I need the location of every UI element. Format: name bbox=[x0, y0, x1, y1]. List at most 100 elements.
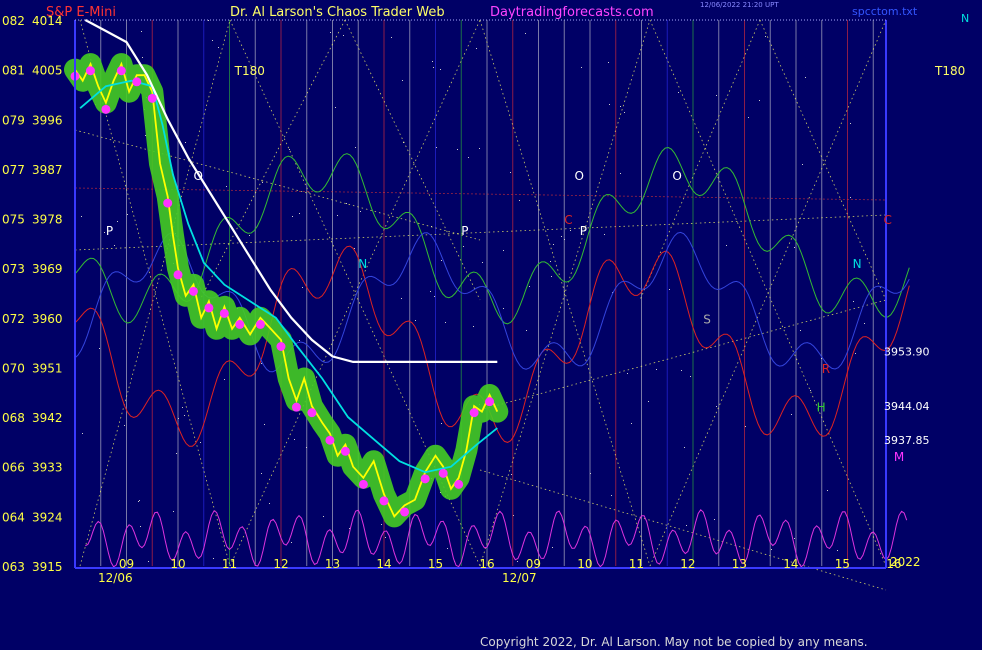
star-dot bbox=[213, 558, 214, 559]
copyright-notice: Copyright 2022, Dr. Al Larson. May not b… bbox=[480, 635, 868, 649]
star-dot bbox=[570, 230, 571, 231]
star-dot bbox=[864, 323, 865, 324]
star-dot bbox=[433, 67, 434, 68]
star-dot bbox=[468, 157, 469, 158]
y-tick-code: 063 bbox=[2, 560, 25, 574]
price-dot bbox=[454, 479, 464, 489]
annotation-label: O bbox=[575, 169, 584, 183]
annotation-label: O bbox=[672, 169, 681, 183]
day-label: 12/06 bbox=[98, 571, 133, 585]
y-tick-code: 072 bbox=[2, 312, 25, 326]
annotation-label: C bbox=[564, 213, 572, 227]
price-dot bbox=[219, 308, 229, 318]
y-tick-code: 068 bbox=[2, 411, 25, 425]
guide-line bbox=[649, 19, 887, 567]
guide-line bbox=[479, 299, 887, 411]
star-dot bbox=[805, 77, 806, 78]
star-dot bbox=[138, 501, 139, 502]
y-tick-code: 066 bbox=[2, 461, 25, 475]
y-tick-code: 064 bbox=[2, 510, 25, 524]
star-dot bbox=[445, 322, 446, 323]
star-dot bbox=[620, 106, 621, 107]
star-dot bbox=[511, 474, 512, 475]
price-dot bbox=[163, 198, 173, 208]
star-dot bbox=[269, 503, 270, 504]
forecast-tick-label: 09 bbox=[526, 557, 541, 571]
price-dot bbox=[420, 474, 430, 484]
annotation-label: M bbox=[894, 450, 904, 464]
y-tick-code: 079 bbox=[2, 113, 25, 127]
star-dot bbox=[853, 301, 854, 302]
star-dot bbox=[850, 197, 851, 198]
star-dot bbox=[855, 353, 856, 354]
y-tick-label: 4014 bbox=[32, 14, 63, 28]
star-dot bbox=[291, 542, 292, 543]
forecast-day-label: 12/07 bbox=[502, 571, 537, 585]
star-dot bbox=[391, 37, 392, 38]
star-dot bbox=[182, 407, 183, 408]
star-dot bbox=[148, 561, 149, 562]
star-dot bbox=[611, 495, 612, 496]
star-dot bbox=[684, 447, 685, 448]
y-tick-label: 3942 bbox=[32, 411, 63, 425]
star-dot bbox=[335, 107, 336, 108]
forecast-tick-label: 13 bbox=[732, 557, 747, 571]
star-dot bbox=[669, 289, 670, 290]
price-dot bbox=[438, 468, 448, 478]
star-dot bbox=[218, 47, 219, 48]
star-dot bbox=[609, 104, 610, 105]
forecast-tick-label: 14 bbox=[783, 557, 798, 571]
star-dot bbox=[553, 244, 554, 245]
forecast-tick-label: 12 bbox=[680, 557, 695, 571]
star-dot bbox=[631, 423, 632, 424]
star-dot bbox=[299, 213, 300, 214]
star-dot bbox=[552, 547, 553, 548]
star-dot bbox=[434, 296, 435, 297]
highlight-layer bbox=[64, 53, 509, 528]
star-dot bbox=[330, 32, 331, 33]
star-dot bbox=[184, 415, 185, 416]
star-dot bbox=[791, 414, 792, 415]
price-dot bbox=[276, 341, 286, 351]
y-tick-label: 3969 bbox=[32, 262, 63, 276]
star-dot bbox=[529, 286, 530, 287]
star-dot bbox=[430, 291, 431, 292]
star-dot bbox=[800, 330, 801, 331]
price-dot bbox=[116, 66, 126, 76]
star-dot bbox=[176, 453, 177, 454]
annotation-label: O bbox=[193, 169, 202, 183]
star-dot bbox=[81, 216, 82, 217]
price-dot bbox=[188, 286, 198, 296]
annotation-label: P bbox=[461, 224, 468, 238]
star-dot bbox=[526, 330, 527, 331]
star-dot bbox=[114, 245, 115, 246]
y-tick-label: 3978 bbox=[32, 213, 63, 227]
guide-line bbox=[199, 19, 346, 301]
annotation-label: C bbox=[884, 213, 892, 227]
star-dot bbox=[581, 67, 582, 68]
price-dot bbox=[485, 397, 495, 407]
star-dot bbox=[139, 500, 140, 501]
x-tick-label: 12 bbox=[273, 557, 288, 571]
star-dot bbox=[82, 433, 83, 434]
forecast-tick-label: 10 bbox=[577, 557, 592, 571]
star-dot bbox=[656, 369, 657, 370]
star-dot bbox=[355, 147, 356, 148]
star-dot bbox=[525, 33, 526, 34]
chaos-trader-chart: 082 4014 081 4005 079 3996 077 3987 075 3978 073 39… bbox=[2, 14, 965, 591]
star-dot bbox=[173, 511, 174, 512]
star-dot bbox=[381, 524, 382, 525]
star-dot bbox=[519, 200, 520, 201]
star-dot bbox=[716, 95, 717, 96]
star-dot bbox=[765, 36, 766, 37]
star-dot bbox=[810, 390, 811, 391]
y-tick-code: 073 bbox=[2, 262, 25, 276]
star-dot bbox=[99, 348, 100, 349]
star-dot bbox=[686, 525, 687, 526]
star-dot bbox=[678, 92, 679, 93]
y-tick-code: 077 bbox=[2, 163, 25, 177]
y-tick-label: 3987 bbox=[32, 163, 63, 177]
star-dot bbox=[551, 276, 552, 277]
forecast-tick-label: 15 bbox=[835, 557, 850, 571]
star-dot bbox=[302, 287, 303, 288]
